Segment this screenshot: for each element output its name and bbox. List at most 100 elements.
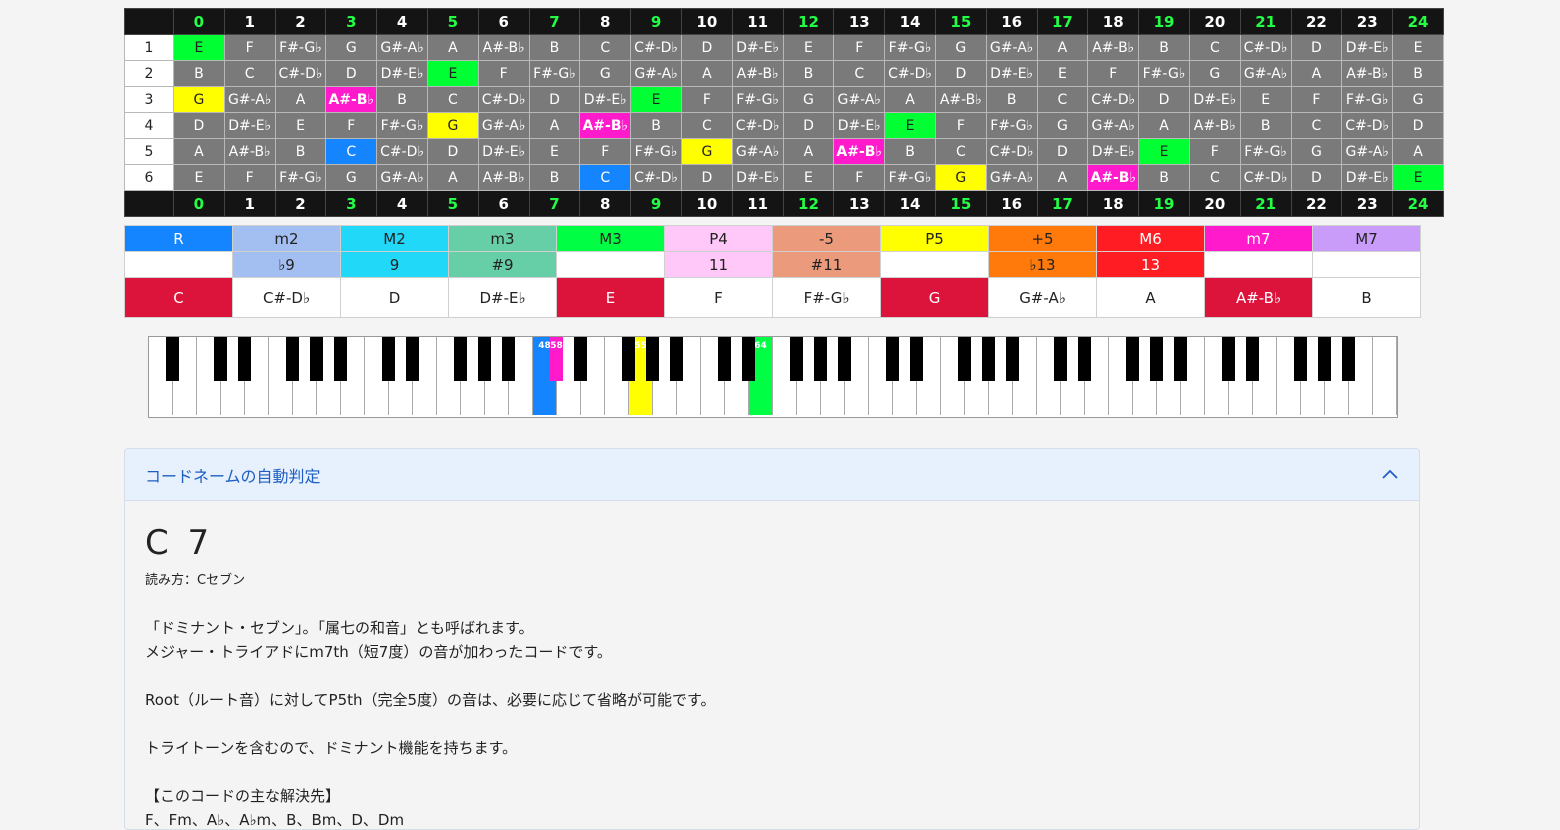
fret-note[interactable]: C#-D♭ <box>884 60 936 87</box>
fret-note[interactable]: D#-E♭ <box>223 112 276 139</box>
fret-note[interactable]: G#-A♭ <box>1087 112 1140 139</box>
fret-note[interactable]: C#-D♭ <box>1239 164 1292 191</box>
fret-note[interactable]: C <box>934 138 987 165</box>
fret-note[interactable]: D <box>1290 34 1343 61</box>
fret-note[interactable]: E <box>173 164 225 191</box>
fret-note[interactable]: F <box>477 60 530 87</box>
fret-note[interactable]: E <box>1036 60 1089 87</box>
fret-note[interactable]: F <box>833 34 886 61</box>
fret-note[interactable]: D#-E♭ <box>731 34 784 61</box>
fret-note[interactable]: F#-G♭ <box>985 112 1038 139</box>
fret-note[interactable]: B <box>1138 34 1190 61</box>
fret-note[interactable]: F#-G♭ <box>274 34 327 61</box>
piano-white-key[interactable] <box>1373 337 1397 415</box>
piano-black-key[interactable] <box>1006 337 1019 381</box>
piano-black-key[interactable] <box>790 337 803 381</box>
interval-note[interactable]: C <box>124 277 233 318</box>
fret-note[interactable]: D <box>1392 112 1444 139</box>
fret-note[interactable]: G#-A♭ <box>985 34 1038 61</box>
piano-black-key[interactable] <box>478 337 491 381</box>
fret-note[interactable]: A#-B♭ <box>223 138 276 165</box>
fret-note[interactable]: C#-D♭ <box>1239 34 1292 61</box>
piano-black-key[interactable] <box>1342 337 1355 381</box>
fret-note[interactable]: C#-D♭ <box>1341 112 1394 139</box>
fret-note[interactable]: F <box>1188 138 1241 165</box>
interval-note[interactable]: F#-G♭ <box>772 277 881 318</box>
piano-black-key[interactable] <box>1126 337 1139 381</box>
fret-note[interactable]: C <box>833 60 886 87</box>
fret-note[interactable]: C <box>579 34 632 61</box>
fret-note[interactable]: F#-G♭ <box>884 34 936 61</box>
fret-note[interactable]: E <box>173 34 225 61</box>
piano-black-key[interactable] <box>406 337 419 381</box>
interval-note[interactable]: G#-A♭ <box>988 277 1097 318</box>
fret-note[interactable]: G <box>680 138 733 165</box>
fret-note[interactable]: D <box>934 60 987 87</box>
fret-note[interactable]: E <box>528 138 581 165</box>
fret-note[interactable]: D#-E♭ <box>1341 34 1394 61</box>
fret-note[interactable]: A <box>274 86 327 113</box>
piano-black-key[interactable] <box>310 337 323 381</box>
fret-note[interactable]: A#-B♭ <box>477 164 530 191</box>
piano-black-key[interactable] <box>1174 337 1187 381</box>
fret-note[interactable]: A#-B♭ <box>731 60 784 87</box>
fret-note[interactable]: G <box>579 60 632 87</box>
fret-note[interactable]: G#-A♭ <box>985 164 1038 191</box>
fret-note[interactable]: E <box>426 60 479 87</box>
fret-note[interactable]: D <box>1138 86 1190 113</box>
fret-note[interactable]: C#-D♭ <box>1087 86 1140 113</box>
fret-note[interactable]: G#-A♭ <box>630 60 682 87</box>
fret-note[interactable]: C <box>680 112 733 139</box>
fret-note[interactable]: A <box>680 60 733 87</box>
fret-note[interactable]: C <box>223 60 276 87</box>
fret-note[interactable]: B <box>274 138 327 165</box>
fret-note[interactable]: B <box>884 138 936 165</box>
piano-black-key[interactable] <box>958 337 971 381</box>
fret-note[interactable]: C#-D♭ <box>731 112 784 139</box>
fret-note[interactable]: D <box>1036 138 1089 165</box>
fret-note[interactable]: C#-D♭ <box>376 138 428 165</box>
fret-note[interactable]: C#-D♭ <box>630 164 682 191</box>
fret-note[interactable]: F <box>680 86 733 113</box>
fret-note[interactable]: E <box>1392 34 1444 61</box>
fret-note[interactable]: A <box>782 138 835 165</box>
fret-note[interactable]: C#-D♭ <box>477 86 530 113</box>
fret-note[interactable]: G <box>426 112 479 139</box>
fret-note[interactable]: E <box>1239 86 1292 113</box>
piano-black-key[interactable] <box>1294 337 1307 381</box>
fret-note[interactable]: D#-E♭ <box>985 60 1038 87</box>
fret-note[interactable]: D <box>426 138 479 165</box>
fret-note[interactable]: B <box>782 60 835 87</box>
fret-note[interactable]: C <box>1036 86 1089 113</box>
fret-note[interactable]: F <box>223 34 276 61</box>
fret-note[interactable]: F#-G♭ <box>884 164 936 191</box>
fret-note[interactable]: A <box>528 112 581 139</box>
fret-note[interactable]: B <box>1138 164 1190 191</box>
fret-note[interactable]: E <box>274 112 327 139</box>
piano-black-key[interactable] <box>334 337 347 381</box>
fret-note[interactable]: A#-B♭ <box>1087 164 1140 191</box>
fret-note[interactable]: G#-A♭ <box>833 86 886 113</box>
piano-black-key[interactable] <box>214 337 227 381</box>
fret-note[interactable]: G#-A♭ <box>477 112 530 139</box>
interval-note[interactable]: G <box>880 277 989 318</box>
fret-note[interactable]: G <box>1290 138 1343 165</box>
piano-black-key[interactable] <box>1078 337 1091 381</box>
fret-note[interactable]: F <box>325 112 378 139</box>
fret-note[interactable]: F#-G♭ <box>1138 60 1190 87</box>
fret-note[interactable]: D#-E♭ <box>1341 164 1394 191</box>
fret-note[interactable]: C#-D♭ <box>630 34 682 61</box>
fret-note[interactable]: A#-B♭ <box>1087 34 1140 61</box>
fret-note[interactable]: E <box>782 34 835 61</box>
fret-note[interactable]: D <box>528 86 581 113</box>
fret-note[interactable]: B <box>173 60 225 87</box>
fret-note[interactable]: F <box>1290 86 1343 113</box>
piano-black-key[interactable] <box>1054 337 1067 381</box>
fret-note[interactable]: C#-D♭ <box>274 60 327 87</box>
fret-note[interactable]: A#-B♭ <box>833 138 886 165</box>
piano-black-key[interactable] <box>910 337 923 381</box>
fret-note[interactable]: D#-E♭ <box>477 138 530 165</box>
fret-note[interactable]: A <box>884 86 936 113</box>
interval-note[interactable]: A#-B♭ <box>1204 277 1313 318</box>
fret-note[interactable]: G#-A♭ <box>376 164 428 191</box>
